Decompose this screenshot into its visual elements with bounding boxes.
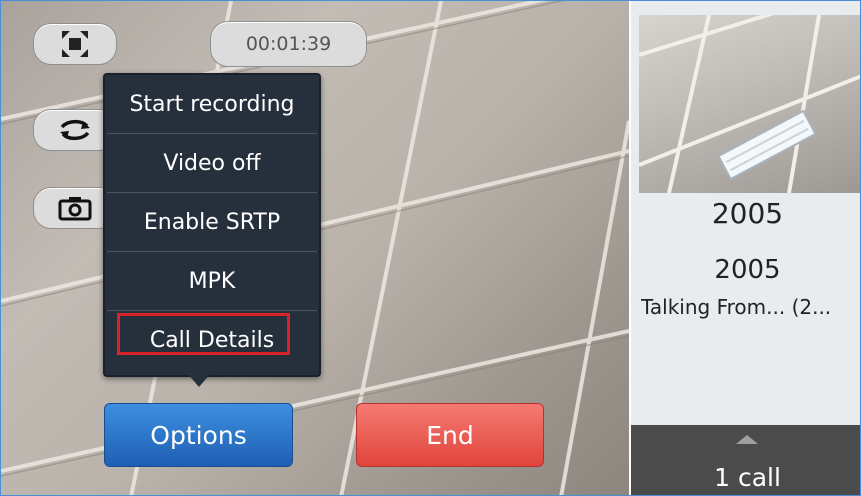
options-button[interactable]: Options bbox=[104, 403, 293, 467]
menu-item-enable-srtp[interactable]: Enable SRTP bbox=[105, 193, 319, 251]
switch-camera-icon bbox=[60, 119, 90, 141]
calls-count: 1 call bbox=[714, 463, 781, 492]
fullscreen-icon bbox=[62, 31, 88, 57]
menu-item-video-off[interactable]: Video off bbox=[105, 134, 319, 192]
camera-icon bbox=[58, 197, 92, 221]
remote-number: 2005 bbox=[711, 197, 784, 230]
call-info-panel: 2005 2005 Talking From... (2... 1 call bbox=[629, 1, 860, 495]
chevron-up-icon bbox=[736, 435, 758, 444]
call-timer: 00:01:39 bbox=[210, 21, 367, 67]
local-video-preview[interactable] bbox=[639, 15, 860, 193]
menu-caret bbox=[187, 373, 211, 387]
fullscreen-button[interactable] bbox=[33, 23, 117, 65]
video-call-screen: 00:01:39 Start recording Video off Enabl… bbox=[0, 0, 861, 496]
call-details-highlight bbox=[117, 313, 290, 355]
remote-name: 2005 bbox=[714, 255, 781, 285]
call-status: Talking From... (2... bbox=[641, 295, 832, 319]
end-call-button[interactable]: End bbox=[356, 403, 544, 467]
menu-item-start-recording[interactable]: Start recording bbox=[105, 75, 319, 133]
menu-item-mpk[interactable]: MPK bbox=[105, 252, 319, 310]
calls-bar[interactable]: 1 call bbox=[631, 425, 860, 495]
preview-ceiling-image bbox=[639, 15, 860, 193]
remote-video-view[interactable]: 00:01:39 Start recording Video off Enabl… bbox=[1, 1, 629, 495]
